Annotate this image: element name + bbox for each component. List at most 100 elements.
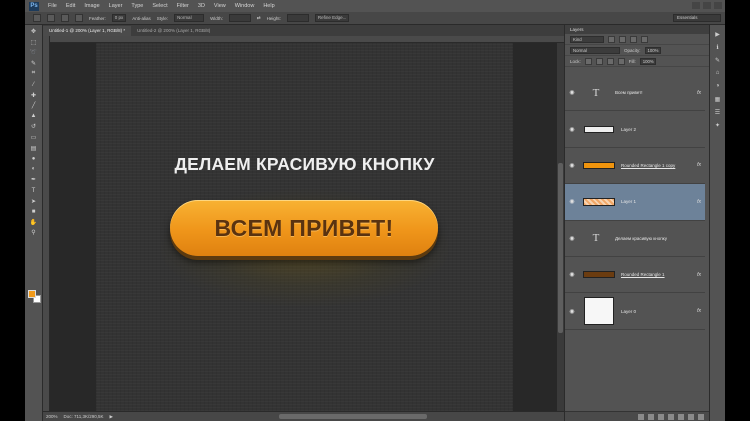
new-group-icon[interactable] [678,413,684,420]
filter-type-icon[interactable] [630,35,637,43]
info-icon[interactable]: ℹ [713,43,722,51]
lock-transparency-icon[interactable] [584,57,592,65]
layer-row-rounded-rect-copy[interactable]: ◉ Rounded Rectangle 1 copy fx [565,148,705,185]
blur-tool-icon[interactable]: ● [29,155,39,163]
tab-untitled-2[interactable]: Untitled-2 @ 200% (Layer 1, RGB/8) [131,26,217,36]
layer-row-text-headline[interactable]: ◉ T Делаем красивую кнопку [565,221,705,257]
blend-mode-select[interactable]: Normal [570,46,620,54]
tab-untitled-1[interactable]: Untitled-1 @ 200% (Layer 1, RGB/8) * [43,26,132,36]
add-style-icon[interactable] [648,413,654,420]
document-canvas[interactable]: ДЕЛАЕМ КРАСИВУЮ КНОПКУ ВСЕМ ПРИВЕТ! [96,43,513,411]
maximize-icon[interactable] [703,2,711,9]
fx-icon[interactable]: fx [697,272,701,278]
play-actions-icon[interactable]: ▶ [713,30,722,38]
lock-all-icon[interactable] [617,57,625,65]
horizontal-scrollbar[interactable] [279,414,427,419]
pen-tool-icon[interactable]: ✒ [29,176,39,184]
height-input[interactable] [286,14,309,22]
fx-icon[interactable]: fx [697,90,701,96]
feather-input[interactable]: 0 px [111,14,127,22]
zoom-level[interactable]: 200% [46,414,58,419]
antialias-checkbox[interactable]: Anti-alias [132,16,151,21]
shape-tool-icon[interactable]: ■ [29,208,39,216]
visibility-eye-icon[interactable]: ◉ [565,162,579,169]
layer-row-rounded-rect[interactable]: ◉ Rounded Rectangle 1 fx [565,257,705,294]
delete-layer-icon[interactable] [698,413,704,420]
visibility-eye-icon[interactable]: ◉ [565,126,579,133]
close-icon[interactable] [714,2,722,9]
menu-view[interactable]: View [214,3,226,9]
status-arrow-icon[interactable]: ▶ [109,414,112,420]
marquee-tool-icon[interactable]: ⬚ [29,38,39,46]
quick-select-tool-icon[interactable]: ✎ [29,59,39,67]
orange-pill-button[interactable]: ВСЕМ ПРИВЕТ! [170,200,438,256]
fill-input[interactable]: 100% [639,57,656,65]
subtract-selection-icon[interactable] [75,14,83,22]
width-input[interactable] [228,14,251,22]
menu-file[interactable]: File [48,3,57,9]
menu-edit[interactable]: Edit [66,3,75,9]
layer-row-layer-2[interactable]: ◉ Layer 2 [565,111,705,148]
menu-select[interactable]: Select [152,3,167,9]
swap-icon[interactable]: ⇄ [257,15,261,21]
menu-window[interactable]: Window [235,3,255,9]
visibility-eye-icon[interactable]: ◉ [565,235,579,242]
path-select-icon[interactable]: ➤ [29,197,39,205]
add-mask-icon[interactable] [658,413,664,420]
layer-kind-filter[interactable]: Kind [570,35,604,43]
menu-help[interactable]: Help [263,3,274,9]
minimize-icon[interactable] [692,2,700,9]
menu-3d[interactable]: 3D [198,3,205,9]
crop-tool-icon[interactable]: ⌗ [29,70,39,78]
vertical-scrollbar[interactable] [557,43,564,411]
color-swatches[interactable] [28,290,41,303]
visibility-eye-icon[interactable]: ◉ [565,198,579,205]
opacity-input[interactable]: 100% [644,46,661,54]
healing-tool-icon[interactable]: ✚ [29,91,39,99]
adjustment-layer-icon[interactable] [668,413,674,420]
layer-row-layer-1[interactable]: ◉ Layer 1 fx [565,184,705,221]
properties-icon[interactable]: ☰ [713,108,722,116]
new-layer-icon[interactable] [688,413,694,420]
foreground-color-swatch[interactable] [28,290,36,298]
vertical-ruler[interactable] [43,36,50,411]
dodge-tool-icon[interactable]: ◐ [29,165,39,173]
refine-edge-button[interactable]: Refine Edge... [314,14,350,22]
stamp-tool-icon[interactable]: ▲ [29,112,39,120]
lock-pixels-icon[interactable] [595,57,603,65]
brush-tool-icon[interactable]: ╱ [29,102,39,110]
fx-icon[interactable]: fx [697,199,701,205]
eraser-tool-icon[interactable]: ▭ [29,134,39,142]
workspace-select[interactable]: Essentials [673,14,721,22]
menu-image[interactable]: Image [84,3,99,9]
fx-icon[interactable]: fx [697,308,701,314]
menu-layer[interactable]: Layer [109,3,123,9]
marquee-tool-preset-icon[interactable] [33,14,41,22]
history-brush-icon[interactable]: ↺ [29,123,39,131]
filter-pixel-icon[interactable] [608,35,615,43]
eyedropper-tool-icon[interactable]: ⁄ [29,81,39,89]
fx-icon[interactable]: fx [697,162,701,168]
layer-row-layer-0[interactable]: ◉ Layer 0 fx [565,293,705,330]
zoom-tool-icon[interactable]: ⚲ [29,229,39,237]
styles-icon[interactable]: ▦ [713,95,722,103]
link-layers-icon[interactable] [638,413,644,420]
type-tool-icon[interactable]: T [29,187,39,195]
adjustments-icon[interactable]: ◑ [713,82,722,90]
filter-adjust-icon[interactable] [619,35,626,43]
horizontal-ruler[interactable] [43,36,564,43]
visibility-eye-icon[interactable]: ◉ [565,308,579,315]
paths-icon[interactable]: ✦ [713,121,722,129]
visibility-eye-icon[interactable]: ◉ [565,89,579,96]
vertical-scroll-thumb[interactable] [558,163,563,333]
gradient-tool-icon[interactable]: ▤ [29,144,39,152]
new-selection-icon[interactable] [47,14,55,22]
menu-filter[interactable]: Filter [177,3,189,9]
filter-shape-icon[interactable] [641,35,648,43]
lasso-tool-icon[interactable]: ➰ [29,49,39,57]
style-select[interactable]: Normal [174,14,205,22]
clone-source-icon[interactable]: ⌂ [713,69,722,77]
lock-position-icon[interactable] [606,57,614,65]
hand-tool-icon[interactable]: ✋ [29,218,39,226]
brush-panel-icon[interactable]: ✎ [713,56,722,64]
